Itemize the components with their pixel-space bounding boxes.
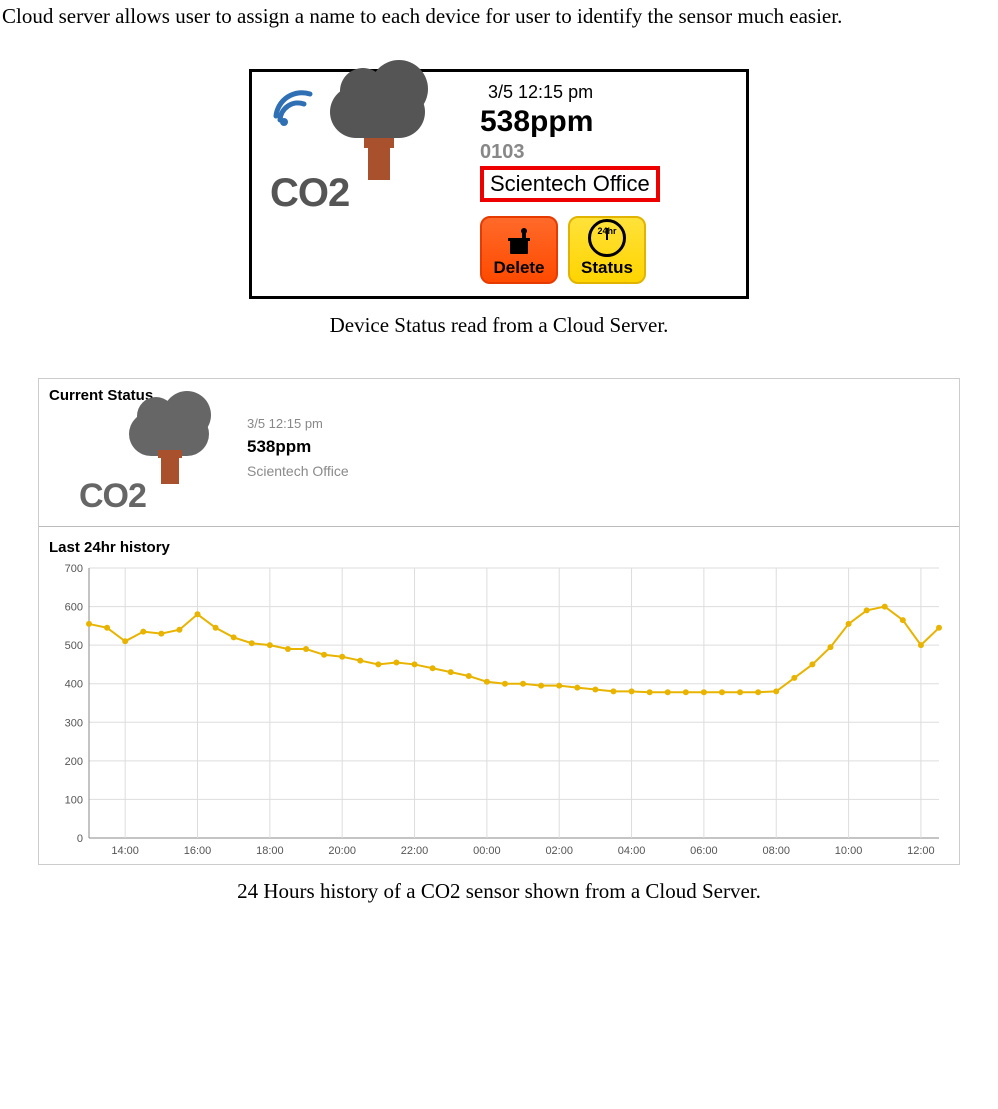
svg-text:600: 600 — [65, 602, 83, 614]
svg-text:16:00: 16:00 — [184, 845, 212, 857]
clock-24hr-icon — [588, 219, 626, 257]
device-timestamp: 3/5 12:15 pm — [488, 82, 728, 103]
co2-logo: CO2 — [270, 86, 440, 216]
svg-text:18:00: 18:00 — [256, 845, 284, 857]
svg-text:100: 100 — [65, 794, 83, 806]
svg-text:400: 400 — [65, 679, 83, 691]
co2-logo: CO2 — [79, 406, 229, 516]
co2-label: CO2 — [270, 171, 349, 216]
svg-text:200: 200 — [65, 756, 83, 768]
wifi-icon — [270, 86, 316, 126]
svg-text:500: 500 — [65, 640, 83, 652]
status-label: Status — [581, 258, 633, 278]
status-device-name: Scientech Office — [247, 463, 349, 479]
svg-text:06:00: 06:00 — [690, 845, 718, 857]
clock-24hr-text: 24hr — [597, 226, 616, 236]
status-history-panel: Current Status CO2 3/5 12:15 pm 538ppm S… — [38, 378, 960, 865]
co2-label: CO2 — [79, 477, 146, 516]
cloud-icon — [330, 86, 425, 138]
svg-text:04:00: 04:00 — [618, 845, 646, 857]
status-reading: 538ppm — [247, 437, 349, 457]
divider — [39, 526, 959, 527]
svg-text:10:00: 10:00 — [835, 845, 863, 857]
svg-text:08:00: 08:00 — [762, 845, 790, 857]
svg-text:22:00: 22:00 — [401, 845, 429, 857]
device-id: 0103 — [480, 141, 728, 164]
status-button[interactable]: 24hr Status — [568, 216, 646, 284]
chimney-icon — [368, 146, 390, 180]
device-reading: 538ppm — [480, 105, 728, 139]
device-name-highlight: Scientech Office — [480, 166, 660, 202]
delete-label: Delete — [493, 258, 544, 278]
delete-button[interactable]: Delete — [480, 216, 558, 284]
history-line-chart: 0 100 200 300 400 500 600 700 14:00 16:00 18:00 20:… — [49, 560, 949, 860]
svg-text:14:00: 14:00 — [111, 845, 139, 857]
svg-text:00:00: 00:00 — [473, 845, 501, 857]
svg-text:700: 700 — [65, 563, 83, 575]
svg-text:02:00: 02:00 — [545, 845, 573, 857]
svg-text:12:00: 12:00 — [907, 845, 935, 857]
caption-2: 24 Hours history of a CO2 sensor shown f… — [2, 879, 996, 904]
svg-text:0: 0 — [77, 833, 83, 845]
intro-text: Cloud server allows user to assign a nam… — [2, 4, 996, 29]
svg-text:300: 300 — [65, 717, 83, 729]
chimney-icon — [161, 456, 179, 484]
device-status-card: CO2 3/5 12:15 pm 538ppm 0103 Scientech O… — [249, 69, 749, 299]
status-timestamp: 3/5 12:15 pm — [247, 416, 349, 431]
caption-1: Device Status read from a Cloud Server. — [2, 313, 996, 338]
trash-icon — [504, 226, 534, 256]
history-heading: Last 24hr history — [39, 531, 959, 558]
svg-text:20:00: 20:00 — [328, 845, 356, 857]
